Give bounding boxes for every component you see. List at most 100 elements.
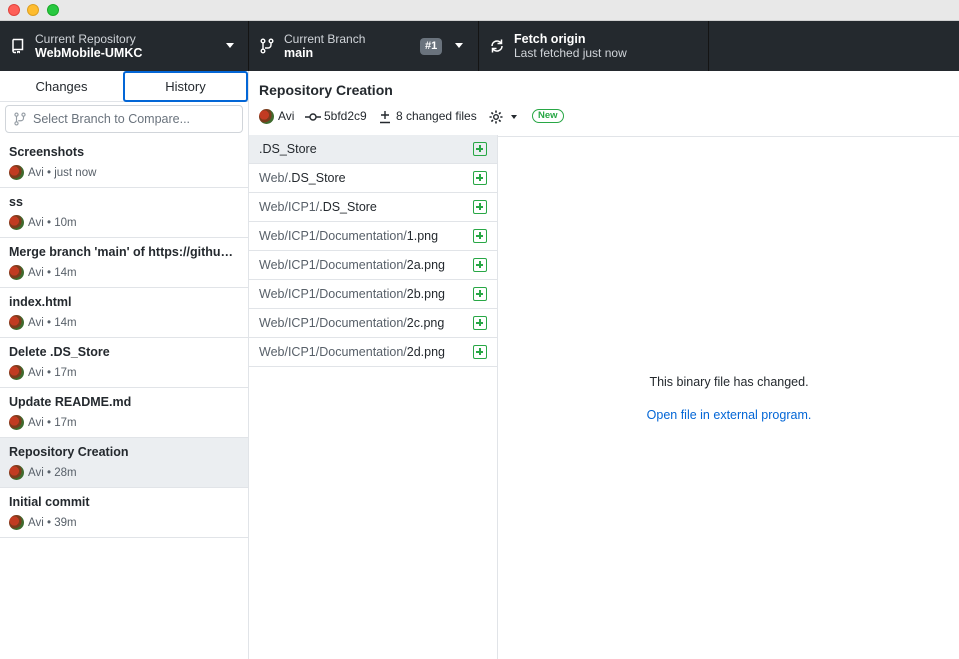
file-added-icon <box>473 287 487 301</box>
fetch-origin-button[interactable]: Fetch origin Last fetched just now <box>479 21 709 71</box>
binary-file-message: This binary file has changed. <box>649 375 809 389</box>
changed-files-count: 8 changed files <box>396 109 477 123</box>
commit-sha: 5bfd2c9 <box>324 109 367 123</box>
window-titlebar <box>0 0 959 21</box>
avatar <box>9 365 24 381</box>
file-item-selected[interactable]: .DS_Store <box>249 135 497 164</box>
commit-icon <box>305 113 321 121</box>
current-branch-name: main <box>284 46 314 60</box>
file-item[interactable]: Web/ICP1/.DS_Store <box>249 193 497 222</box>
file-path: Web/.DS_Store <box>259 164 346 192</box>
file-name: 1.png <box>406 229 439 243</box>
file-name: 2d.png <box>406 345 445 359</box>
commit-time: 39m <box>54 517 77 529</box>
fetch-origin-label: Fetch origin <box>514 32 586 46</box>
commit-title: Initial commit <box>9 495 90 509</box>
file-added-icon <box>473 316 487 330</box>
file-item[interactable]: Web/ICP1/Documentation/2c.png <box>249 309 497 338</box>
commit-author: Avi <box>28 217 44 229</box>
commit-meta: Avi • 14m <box>9 265 77 281</box>
commit-meta: Avi • 17m <box>9 415 77 431</box>
commit-time: 17m <box>54 367 77 379</box>
file-added-icon <box>473 200 487 214</box>
avatar <box>9 415 24 431</box>
new-badge: New <box>532 109 564 123</box>
commit-title: Repository Creation <box>9 445 129 459</box>
changed-files-list: .DS_Store Web/.DS_Store Web/ICP1/.DS_Sto… <box>249 135 498 659</box>
tab-history[interactable]: History <box>123 71 248 102</box>
avatar <box>9 265 24 281</box>
commit-time: 17m <box>54 417 77 429</box>
commit-title: index.html <box>9 295 72 309</box>
maximize-window-button[interactable] <box>47 4 59 16</box>
file-path: Web/ICP1/Documentation/2a.png <box>259 251 445 279</box>
file-dir: Web/ICP1/Documentation/ <box>259 258 407 272</box>
file-item[interactable]: Web/.DS_Store <box>249 164 497 193</box>
commit-author: Avi <box>28 267 44 279</box>
commit-meta: Avi • 17m <box>9 365 77 381</box>
file-name: .DS_Store <box>287 171 346 185</box>
current-repository-name: WebMobile-UMKC <box>35 46 143 60</box>
file-path: Web/ICP1/Documentation/2c.png <box>259 309 444 337</box>
tab-changes[interactable]: Changes <box>0 71 123 102</box>
gear-icon <box>489 110 503 124</box>
open-external-link[interactable]: Open file in external program. <box>499 408 959 422</box>
commit-author: Avi <box>28 167 44 179</box>
pull-request-badge[interactable]: #1 <box>420 38 443 55</box>
commit-item[interactable]: index.html Avi • 14m <box>0 288 248 338</box>
file-path: Web/ICP1/.DS_Store <box>259 193 377 221</box>
chevron-down-icon <box>226 43 234 48</box>
current-branch-dropdown[interactable]: Current Branch main #1 <box>249 21 479 71</box>
file-path: Web/ICP1/Documentation/2b.png <box>259 280 445 308</box>
file-dir: Web/ICP1/Documentation/ <box>259 345 407 359</box>
avatar <box>259 109 274 125</box>
file-item[interactable]: Web/ICP1/Documentation/1.png <box>249 222 497 251</box>
file-added-icon <box>473 345 487 359</box>
commit-title: Screenshots <box>9 145 85 159</box>
avatar <box>9 215 24 231</box>
commit-author: Avi <box>28 517 44 529</box>
commit-meta: Avi • 10m <box>9 215 77 231</box>
current-repository-label: Current Repository <box>35 32 136 46</box>
commit-author: Avi <box>28 417 44 429</box>
current-branch-label: Current Branch <box>284 32 366 46</box>
file-path: .DS_Store <box>259 135 317 163</box>
sidebar-tabs: Changes History <box>0 71 248 102</box>
file-dir: Web/ICP1/Documentation/ <box>259 316 407 330</box>
commit-item[interactable]: Screenshots Avi • just now <box>0 138 248 188</box>
file-added-icon <box>473 142 487 156</box>
branch-icon <box>260 38 274 54</box>
commit-author: Avi <box>28 467 44 479</box>
current-repository-dropdown[interactable]: Current Repository WebMobile-UMKC <box>0 21 249 71</box>
file-path: Web/ICP1/Documentation/1.png <box>259 222 438 250</box>
commit-item[interactable]: ss Avi • 10m <box>0 188 248 238</box>
minimize-window-button[interactable] <box>27 4 39 16</box>
chevron-down-icon <box>455 43 463 48</box>
file-name: 2c.png <box>406 316 445 330</box>
avatar <box>9 165 24 181</box>
diff-icon <box>380 110 390 124</box>
commit-item[interactable]: Delete .DS_Store Avi • 17m <box>0 338 248 388</box>
file-dir: Web/ <box>259 171 288 185</box>
file-item[interactable]: Web/ICP1/Documentation/2b.png <box>249 280 497 309</box>
commit-meta: Avi • 14m <box>9 315 77 331</box>
commit-time: just now <box>54 167 97 179</box>
toolbar: Current Repository WebMobile-UMKC Curren… <box>0 21 959 71</box>
commit-item[interactable]: Initial commit Avi • 39m <box>0 488 248 538</box>
file-item[interactable]: Web/ICP1/Documentation/2a.png <box>249 251 497 280</box>
file-item[interactable]: Web/ICP1/Documentation/2d.png <box>249 338 497 367</box>
commit-item-selected[interactable]: Repository Creation Avi • 28m <box>0 438 248 488</box>
diff-viewer: This binary file has changed. Open file … <box>499 137 959 659</box>
diff-settings-button[interactable] <box>488 108 518 124</box>
commit-item[interactable]: Update README.md Avi • 17m <box>0 388 248 438</box>
sync-icon <box>491 39 503 53</box>
commit-item[interactable]: Merge branch 'main' of https://github.co… <box>0 238 248 288</box>
branch-compare-placeholder: Select Branch to Compare... <box>33 112 191 126</box>
commit-title: Delete .DS_Store <box>9 345 110 359</box>
commit-sha-info[interactable]: 5bfd2c9 <box>305 108 367 124</box>
commit-meta: Avi • 39m <box>9 515 77 531</box>
branch-compare-input[interactable]: Select Branch to Compare... <box>5 105 243 133</box>
changed-files-info: 8 changed files <box>379 108 477 124</box>
close-window-button[interactable] <box>8 4 20 16</box>
file-name: .DS_Store <box>259 142 317 156</box>
